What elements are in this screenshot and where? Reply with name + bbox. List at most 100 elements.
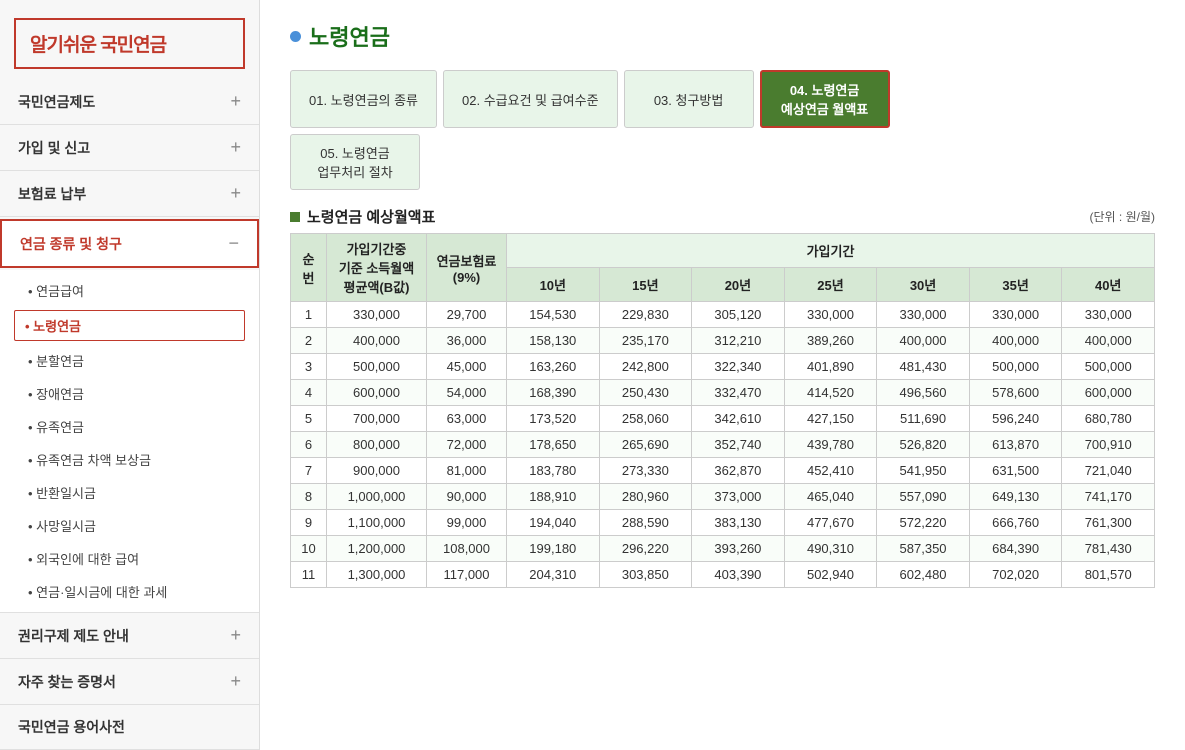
table-cell: 500,000 [327, 354, 427, 380]
table-cell: 63,000 [427, 406, 507, 432]
sidebar-sub-item-death-lump[interactable]: • 사망일시금 [0, 509, 259, 542]
table-cell: 265,690 [599, 432, 692, 458]
tab-2[interactable]: 02. 수급요건 및 급여수준 [443, 70, 618, 128]
table-cell: 1,000,000 [327, 484, 427, 510]
table-cell: 702,020 [969, 562, 1062, 588]
table-cell: 649,130 [969, 484, 1062, 510]
sidebar-sub-item-survivor-pension[interactable]: • 유족연금 [0, 410, 259, 443]
sidebar-item-national-pension-system[interactable]: 국민연금제도 + [0, 79, 259, 125]
table-cell: 154,530 [507, 302, 600, 328]
section-title-row: 노령연금 예상월액표 (단위 : 원/월) [290, 206, 1155, 227]
sidebar-item-pension-types[interactable]: 연금 종류 및 청구 − [0, 219, 259, 268]
table-cell: 90,000 [427, 484, 507, 510]
table-cell: 45,000 [427, 354, 507, 380]
sidebar-item-join-report[interactable]: 가입 및 신고 + [0, 125, 259, 171]
table-row: 101,200,000108,000199,180296,220393,2604… [291, 536, 1155, 562]
table-body: 1330,00029,700154,530229,830305,120330,0… [291, 302, 1155, 588]
sidebar-item-insurance-payment[interactable]: 보험료 납부 + [0, 171, 259, 217]
sidebar-sub-item-return-lump[interactable]: • 반환일시금 [0, 476, 259, 509]
table-cell: 511,690 [877, 406, 970, 432]
table-cell: 400,000 [877, 328, 970, 354]
table-cell: 741,170 [1062, 484, 1155, 510]
th-15y: 15년 [599, 268, 692, 302]
table-cell: 36,000 [427, 328, 507, 354]
table-cell: 477,670 [784, 510, 877, 536]
table-cell: 1 [291, 302, 327, 328]
table-cell: 8 [291, 484, 327, 510]
table-cell: 613,870 [969, 432, 1062, 458]
table-cell: 400,000 [969, 328, 1062, 354]
table-cell: 273,330 [599, 458, 692, 484]
sidebar-item-dictionary[interactable]: 국민연금 용어사전 [0, 705, 259, 750]
sidebar-sub-item-pension-benefits[interactable]: • 연금급여 [0, 274, 259, 307]
table-row: 3500,00045,000163,260242,800322,340401,8… [291, 354, 1155, 380]
table-cell: 481,430 [877, 354, 970, 380]
table-cell: 117,000 [427, 562, 507, 588]
table-cell: 587,350 [877, 536, 970, 562]
table-cell: 596,240 [969, 406, 1062, 432]
plus-icon: + [230, 183, 241, 204]
sidebar-item-label: 자주 찾는 증명서 [18, 672, 116, 692]
table-cell: 330,000 [327, 302, 427, 328]
table-cell: 296,220 [599, 536, 692, 562]
th-25y: 25년 [784, 268, 877, 302]
sidebar-item-label: 국민연금 용어사전 [18, 717, 125, 737]
table-cell: 373,000 [692, 484, 785, 510]
main-content: 노령연금 01. 노령연금의 종류 02. 수급요건 및 급여수준 03. 청구… [260, 0, 1185, 750]
table-row: 91,100,00099,000194,040288,590383,130477… [291, 510, 1155, 536]
table-cell: 362,870 [692, 458, 785, 484]
table-cell: 303,850 [599, 562, 692, 588]
table-row: 1330,00029,700154,530229,830305,120330,0… [291, 302, 1155, 328]
section-title-icon [290, 212, 300, 222]
table-cell: 700,910 [1062, 432, 1155, 458]
table-cell: 163,260 [507, 354, 600, 380]
table-row: 4600,00054,000168,390250,430332,470414,5… [291, 380, 1155, 406]
sidebar-item-rights-relief[interactable]: 권리구제 제도 안내 + [0, 613, 259, 659]
table-cell: 761,300 [1062, 510, 1155, 536]
tab-5[interactable]: 05. 노령연금 업무처리 절차 [290, 134, 420, 190]
sidebar-sub-item-old-age-pension[interactable]: • 노령연금 [14, 310, 245, 341]
sidebar-item-label: 권리구제 제도 안내 [18, 626, 129, 646]
sidebar-sub-item-foreigner-benefits[interactable]: • 외국인에 대한 급여 [0, 542, 259, 575]
sidebar-sub-item-disability-pension[interactable]: • 장애연금 [0, 377, 259, 410]
sidebar-sub-item-tax-on-benefits[interactable]: • 연금·일시금에 대한 과세 [0, 575, 259, 608]
tab-4[interactable]: 04. 노령연금 예상연금 월액표 [760, 70, 890, 128]
table-cell: 557,090 [877, 484, 970, 510]
th-premium: 연금보험료(9%) [427, 234, 507, 302]
sidebar-item-label: 보험료 납부 [18, 184, 86, 204]
table-cell: 288,590 [599, 510, 692, 536]
table-cell: 194,040 [507, 510, 600, 536]
table-cell: 600,000 [327, 380, 427, 406]
table-cell: 5 [291, 406, 327, 432]
table-cell: 330,000 [1062, 302, 1155, 328]
table-cell: 199,180 [507, 536, 600, 562]
table-row: 2400,00036,000158,130235,170312,210389,2… [291, 328, 1155, 354]
minus-icon: − [228, 233, 239, 254]
table-cell: 352,740 [692, 432, 785, 458]
table-cell: 572,220 [877, 510, 970, 536]
table-row: 6800,00072,000178,650265,690352,740439,7… [291, 432, 1155, 458]
sidebar-sub-item-survivor-compensation[interactable]: • 유족연금 차액 보상금 [0, 443, 259, 476]
table-cell: 465,040 [784, 484, 877, 510]
tab-1[interactable]: 01. 노령연금의 종류 [290, 70, 437, 128]
table-cell: 108,000 [427, 536, 507, 562]
sidebar-logo: 알기쉬운 국민연금 [14, 18, 245, 69]
table-cell: 680,780 [1062, 406, 1155, 432]
sidebar-sub-item-split-pension[interactable]: • 분할연금 [0, 344, 259, 377]
th-35y: 35년 [969, 268, 1062, 302]
table-cell: 496,560 [877, 380, 970, 406]
table-cell: 400,000 [1062, 328, 1155, 354]
table-row: 5700,00063,000173,520258,060342,610427,1… [291, 406, 1155, 432]
table-cell: 403,390 [692, 562, 785, 588]
sidebar: 알기쉬운 국민연금 국민연금제도 + 가입 및 신고 + 보험료 납부 + 연금… [0, 0, 260, 750]
tab-3[interactable]: 03. 청구방법 [624, 70, 754, 128]
table-cell: 312,210 [692, 328, 785, 354]
table-cell: 600,000 [1062, 380, 1155, 406]
th-20y: 20년 [692, 268, 785, 302]
sidebar-item-label: 가입 및 신고 [18, 138, 90, 158]
sidebar-item-label: 연금 종류 및 청구 [20, 234, 122, 254]
table-cell: 490,310 [784, 536, 877, 562]
sidebar-item-frequent-docs[interactable]: 자주 찾는 증명서 + [0, 659, 259, 705]
table-cell: 700,000 [327, 406, 427, 432]
table-cell: 401,890 [784, 354, 877, 380]
